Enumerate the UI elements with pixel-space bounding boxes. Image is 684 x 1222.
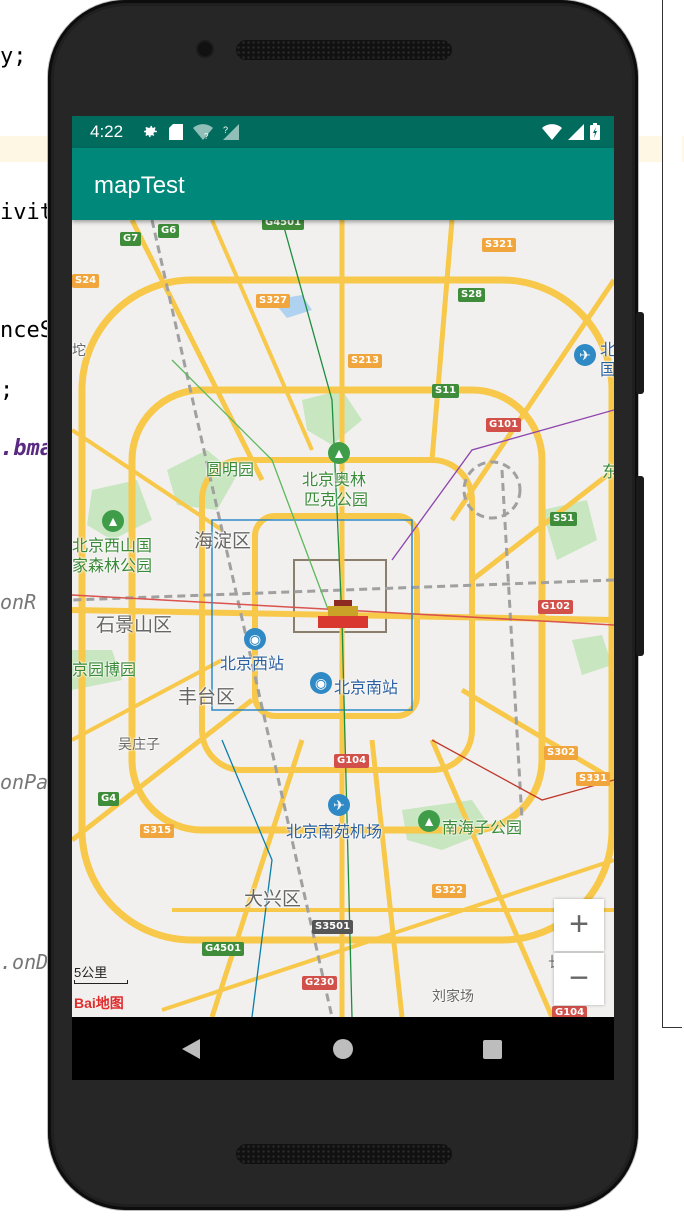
wifi-question-icon: ? <box>193 123 213 140</box>
place-label: 坨 <box>72 342 86 358</box>
home-icon[interactable] <box>333 1039 353 1059</box>
place-label: 家森林公园 <box>72 558 153 575</box>
district-label: 丰台区 <box>178 687 236 708</box>
top-speaker <box>236 40 452 60</box>
status-bar: 4:22 ? ? <box>72 116 614 148</box>
road-shield: G4501 <box>262 220 305 230</box>
district-label: 石景山区 <box>96 615 173 636</box>
code-line: onPa <box>0 770 49 794</box>
road-shield: G7 <box>120 232 142 246</box>
nav-bar <box>72 1017 614 1080</box>
bottom-speaker <box>236 1144 452 1164</box>
map-scale-bar <box>74 980 128 984</box>
road-shield: S11 <box>432 384 460 398</box>
place-label: 匹克公园 <box>304 492 369 509</box>
app-bar: mapTest <box>72 148 614 220</box>
baidu-logo: Bai地图 <box>74 995 124 1011</box>
recents-icon[interactable] <box>483 1040 502 1059</box>
tree-icon: ▲ <box>102 510 124 532</box>
place-label: 圆明园 <box>206 462 255 479</box>
place-label: 南海子公园 <box>442 820 523 837</box>
road-shield: S322 <box>432 884 467 898</box>
road-shield: G6 <box>158 224 180 238</box>
tree-icon: ▲ <box>418 810 440 832</box>
place-label: 东 <box>602 464 614 481</box>
road-shield: G230 <box>302 976 338 990</box>
settings-icon <box>144 125 157 138</box>
road-shield: G104 <box>552 1006 588 1017</box>
cell-signal-icon: ? <box>223 123 239 140</box>
place-label: 北京南站 <box>334 680 399 697</box>
road-shield: S28 <box>458 288 486 302</box>
front-camera <box>198 42 212 56</box>
place-label: 国 <box>600 362 614 379</box>
sd-card-icon <box>169 123 183 140</box>
battery-icon <box>590 123 600 140</box>
road-shield: G101 <box>486 418 522 432</box>
code-line: ivit <box>0 200 53 225</box>
road-shield: S331 <box>576 772 611 786</box>
volume-button <box>636 476 644 656</box>
svg-text:?: ? <box>223 125 228 135</box>
road-shield: S321 <box>482 238 517 252</box>
district-label: 大兴区 <box>244 889 302 910</box>
app-title: mapTest <box>94 172 185 199</box>
ide-side-panel <box>662 0 682 1028</box>
district-label: 海淀区 <box>194 531 252 552</box>
zoom-in-button[interactable]: + <box>554 899 604 951</box>
train-icon: ◉ <box>310 672 332 694</box>
code-line: onR <box>0 590 37 614</box>
road-shield: S315 <box>140 824 175 838</box>
power-button <box>636 312 644 394</box>
road-shield: S327 <box>256 294 291 308</box>
signal-icon <box>568 123 584 140</box>
place-label: 京园博园 <box>72 662 137 679</box>
code-line: .onD <box>0 950 49 974</box>
place-label: 北京西站 <box>220 656 285 673</box>
code-line: y; <box>0 44 27 69</box>
airport-icon: ✈ <box>328 794 350 816</box>
road-shield: S51 <box>550 512 578 526</box>
road-shield: S24 <box>72 274 100 288</box>
road-shield: S3501 <box>312 920 354 934</box>
wifi-icon <box>542 123 562 140</box>
zoom-out-button[interactable]: − <box>554 953 604 1005</box>
road-shield: S213 <box>348 354 383 368</box>
place-label: 吴庄子 <box>118 736 160 752</box>
place-label: 北京南苑机场 <box>286 824 383 841</box>
back-icon[interactable] <box>182 1039 200 1059</box>
phone-screen: 4:22 ? ? mapTest ▲ 圆明园 北京奥林 匹克公园 ▲ 北京西山国… <box>72 116 614 1080</box>
svg-text:?: ? <box>204 132 209 140</box>
status-time: 4:22 <box>90 122 124 141</box>
airport-icon: ✈ <box>574 344 596 366</box>
code-line: .bma <box>0 436 53 461</box>
road-shield: G4 <box>98 792 120 806</box>
road-shield: G4501 <box>202 942 245 956</box>
map-scale-label: 5公里 <box>74 965 108 980</box>
road-shield: S302 <box>544 746 579 760</box>
road-shield: G102 <box>538 600 574 614</box>
place-label: 刘家场 <box>432 988 474 1004</box>
map-view[interactable]: ▲ 圆明园 北京奥林 匹克公园 ▲ 北京西山国 家森林公园 海淀区 石景山区 ◉… <box>72 220 614 1017</box>
road-shield: G104 <box>334 754 370 768</box>
train-icon: ◉ <box>244 628 266 650</box>
code-line: ; <box>0 378 14 403</box>
tree-icon: ▲ <box>328 442 350 464</box>
